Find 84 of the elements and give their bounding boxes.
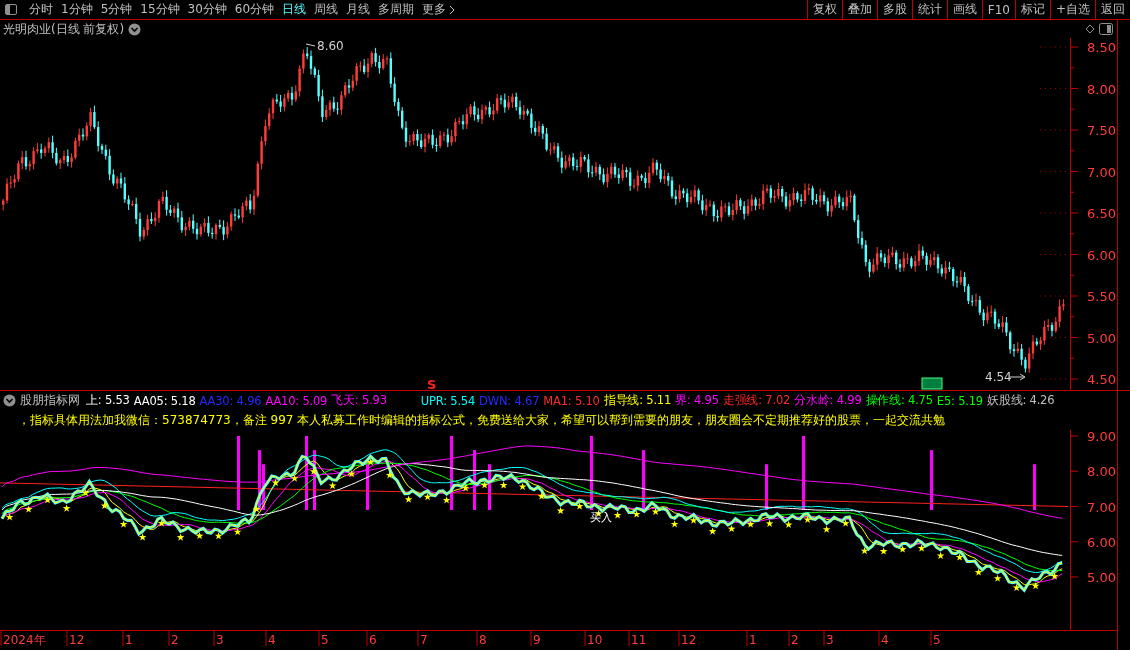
indicator-value: 分水岭: 4.99 bbox=[794, 393, 862, 408]
period-tab[interactable]: 周线 bbox=[310, 0, 343, 19]
date-label: 10 bbox=[587, 633, 603, 647]
leader-line bbox=[305, 43, 316, 47]
date-label: 11 bbox=[631, 633, 647, 647]
period-tab[interactable]: 更多 bbox=[418, 0, 460, 19]
indicator-value: 妖股线: 4.26 bbox=[987, 393, 1055, 408]
buy-label: 买入 bbox=[590, 510, 612, 524]
toolbar-button[interactable]: 画线 bbox=[946, 0, 982, 19]
indicator-value: 上: 5.53 bbox=[86, 393, 130, 408]
axis-label: 9.00 bbox=[1087, 430, 1116, 444]
period-tab[interactable]: 多周期 bbox=[374, 0, 419, 19]
indicator-name: 股朋指标网 bbox=[20, 392, 80, 409]
toolbar-button[interactable]: +自选 bbox=[1049, 0, 1095, 19]
window-icon[interactable] bbox=[1099, 23, 1113, 35]
axis-label: 5.00 bbox=[1087, 330, 1116, 346]
high-price-label: 8.60 bbox=[317, 39, 344, 53]
date-label: 2024年 bbox=[3, 633, 46, 647]
period-tab[interactable]: 30分钟 bbox=[183, 0, 231, 19]
period-tab[interactable]: 日线 bbox=[278, 0, 311, 19]
date-label: 9 bbox=[533, 633, 541, 647]
indicator-value: MA1: 5.10 bbox=[543, 393, 600, 408]
toolbar-button[interactable]: 多股 bbox=[876, 0, 912, 19]
period-tab[interactable]: 5分钟 bbox=[96, 0, 137, 19]
dropdown-icon[interactable] bbox=[3, 394, 16, 407]
indicator-value: AA05: 5.18 bbox=[133, 393, 196, 408]
signal-mark: S bbox=[427, 377, 437, 390]
date-label: 3 bbox=[216, 633, 224, 647]
diamond-icon[interactable] bbox=[1085, 24, 1095, 34]
period-tab[interactable]: 1分钟 bbox=[57, 0, 97, 19]
date-label: 2 bbox=[791, 633, 799, 647]
date-label: 1 bbox=[749, 633, 757, 647]
toolbar-button[interactable]: 叠加 bbox=[841, 0, 877, 19]
indicator-value: DWN: 4.67 bbox=[479, 393, 540, 408]
date-label: 12 bbox=[69, 633, 85, 647]
date-label: 4 bbox=[268, 633, 276, 647]
chevron-right-icon bbox=[449, 4, 456, 15]
period-tab[interactable]: 60分钟 bbox=[230, 0, 279, 19]
indicator-value: AA30: 4.96 bbox=[199, 393, 262, 408]
axis-label: 8.50 bbox=[1087, 40, 1116, 55]
axis-label: 5.00 bbox=[1087, 570, 1116, 585]
arrow-icon bbox=[1009, 373, 1026, 381]
date-label: 12 bbox=[681, 633, 697, 647]
axis-label: 7.00 bbox=[1087, 499, 1116, 515]
toolbar-button[interactable]: F10 bbox=[981, 0, 1015, 19]
date-label: 6 bbox=[369, 633, 377, 647]
indicator-note: ，指标具体用法加我微信：573874773，备注 997 本人私募工作时编辑的指标公式，免费送给大家，希望可以帮到需要的朋友，朋友圈会不定期推荐好的股票，一起交流共勉 bbox=[18, 411, 946, 429]
marker-icon bbox=[921, 377, 943, 390]
axis-label: 5.50 bbox=[1087, 289, 1116, 304]
axis-label: 4.50 bbox=[1087, 372, 1116, 387]
indicator-value: 界: 4.95 bbox=[675, 393, 719, 408]
axis-label: 6.00 bbox=[1087, 534, 1116, 550]
indicator-value: 指导线: 5.11 bbox=[603, 393, 672, 408]
date-label: 5 bbox=[321, 633, 329, 647]
toolbar-button[interactable]: 复权 bbox=[806, 0, 842, 19]
date-label: 5 bbox=[933, 633, 941, 647]
date-label: 4 bbox=[881, 633, 889, 647]
axis-label: 7.00 bbox=[1087, 164, 1116, 180]
axis-label: 7.50 bbox=[1087, 123, 1116, 138]
toolbar-button[interactable]: 标记 bbox=[1014, 0, 1050, 19]
date-label: 1 bbox=[125, 633, 133, 647]
low-price-label: 4.54 bbox=[985, 370, 1012, 384]
date-label: 8 bbox=[479, 633, 487, 647]
period-tab[interactable]: 15分钟 bbox=[136, 0, 184, 19]
period-tab[interactable]: 月线 bbox=[342, 0, 375, 19]
toolbar-button[interactable]: 统计 bbox=[911, 0, 947, 19]
axis-label: 8.00 bbox=[1087, 464, 1116, 480]
axis-label: 6.00 bbox=[1087, 247, 1116, 263]
indicator-value: 走强线: 7.02 bbox=[722, 393, 791, 408]
date-label: 7 bbox=[420, 633, 428, 647]
panel-toggle-icon[interactable] bbox=[5, 4, 17, 15]
indicator-value: UPR: 5.54 bbox=[420, 393, 476, 408]
indicator-value: 操作线: 4.75 bbox=[865, 393, 933, 408]
dropdown-icon[interactable] bbox=[128, 22, 142, 36]
period-tab[interactable]: 分时 bbox=[25, 0, 57, 19]
indicator-value: 飞天: 5.93 bbox=[331, 393, 387, 408]
axis-label: 8.00 bbox=[1087, 81, 1116, 97]
indicator-value: AA10: 5.09 bbox=[265, 393, 328, 408]
indicator-value: E5: 5.19 bbox=[936, 393, 983, 408]
chart-title: 光明肉业(日线 前复权) bbox=[3, 20, 125, 38]
date-label: 3 bbox=[826, 633, 834, 647]
toolbar-button[interactable]: 返回 bbox=[1095, 0, 1130, 19]
date-label: 2 bbox=[171, 633, 179, 647]
axis-label: 6.50 bbox=[1087, 206, 1116, 221]
